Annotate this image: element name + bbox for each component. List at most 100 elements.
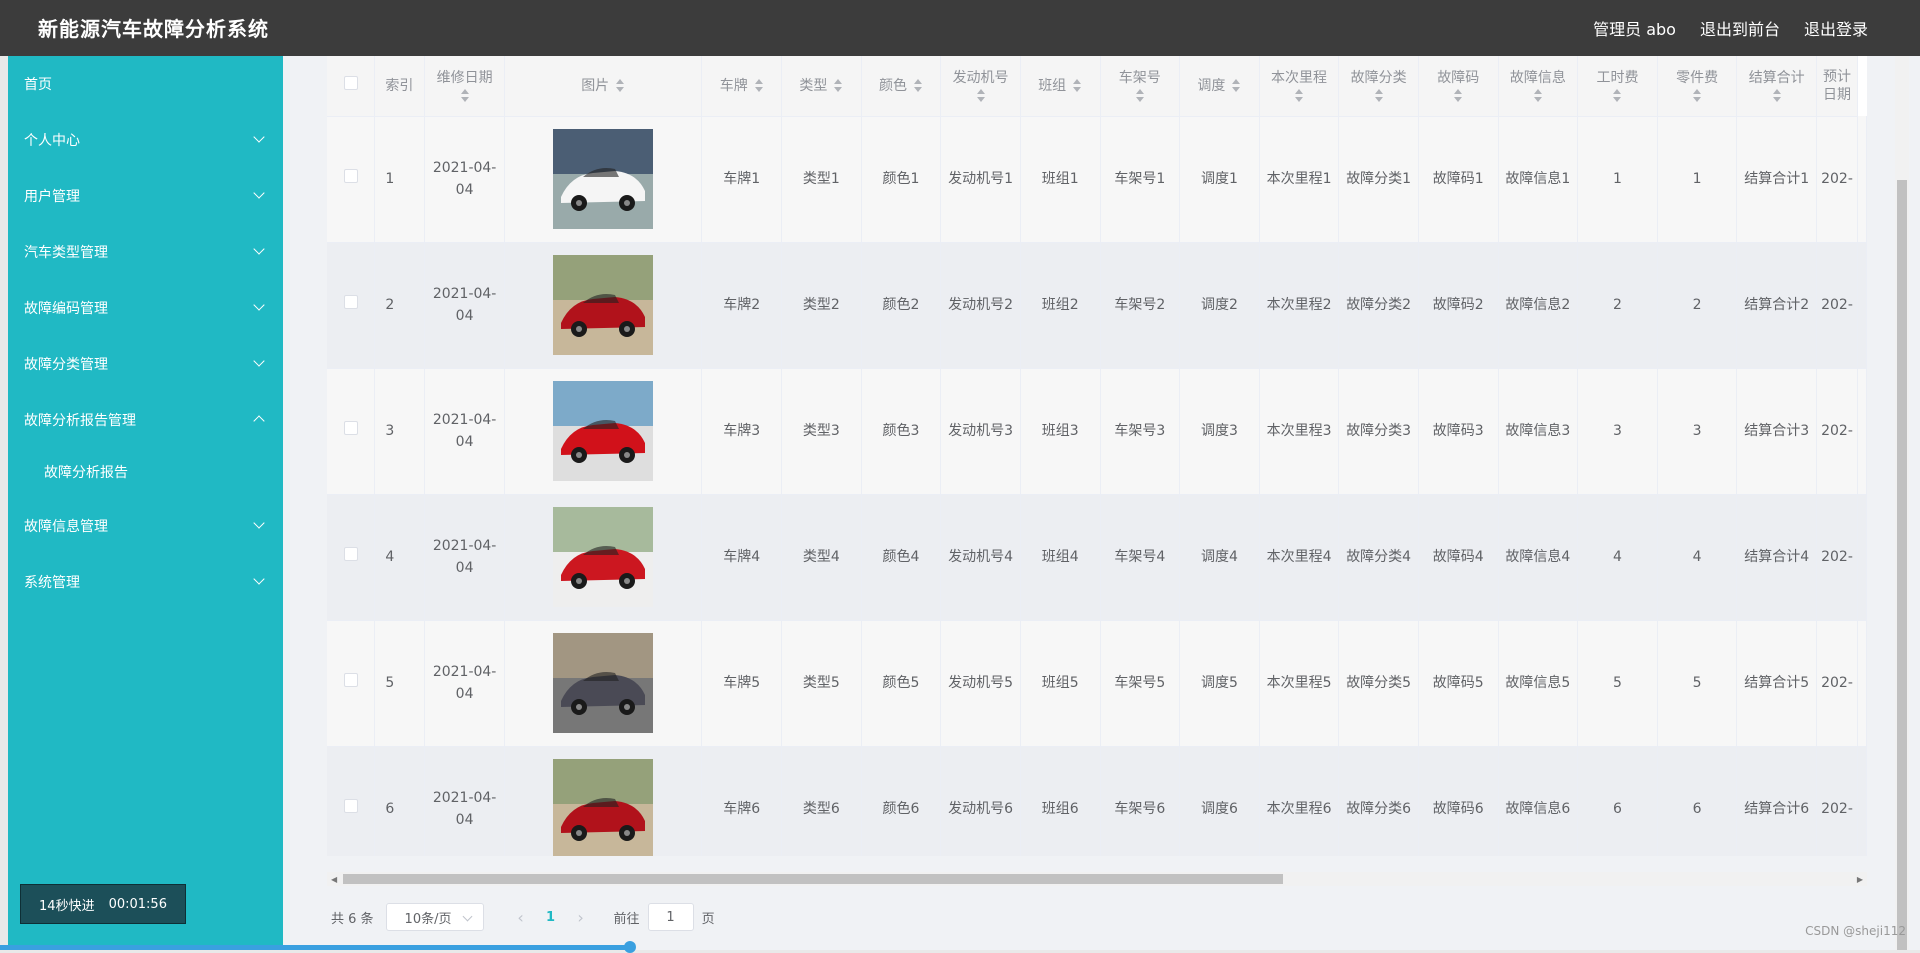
column-header-mileage[interactable]: 本次里程 <box>1259 56 1340 117</box>
table-row[interactable]: 6 2021-04-04 车牌6 类型6 颜色6 发动机号6 班组6 车架号6 调度6 本次里程6… <box>327 746 1867 856</box>
column-header-color[interactable]: 颜色 <box>861 56 942 117</box>
car-photo[interactable] <box>553 633 654 733</box>
column-header-label: 车架号 <box>1118 69 1161 86</box>
sort-icon[interactable] <box>615 78 625 93</box>
column-header-category[interactable]: 故障分类 <box>1338 56 1419 117</box>
column-header-dispatch[interactable]: 调度 <box>1179 56 1260 117</box>
row-select-cell[interactable] <box>327 368 376 495</box>
vertical-scrollbar[interactable] <box>1895 56 1909 950</box>
row-checkbox[interactable] <box>343 799 358 813</box>
cell-image <box>504 746 703 856</box>
column-header-total[interactable]: 结算合计 <box>1736 56 1817 117</box>
sort-icon[interactable] <box>1692 88 1702 103</box>
car-photo[interactable] <box>553 759 654 856</box>
row-select-cell[interactable] <box>327 620 376 747</box>
column-header-label: 图片 <box>581 77 610 94</box>
sidebar-item-home[interactable]: 首页 <box>8 64 283 104</box>
horizontal-scrollbar[interactable]: ◀ ▶ <box>327 872 1867 886</box>
sidebar-item-car-type-management[interactable]: 汽车类型管理 <box>8 232 283 272</box>
sidebar-item-fault-report-management[interactable]: 故障分析报告管理 <box>8 400 283 440</box>
sidebar-item-fault-report[interactable]: 故障分析报告 <box>8 452 283 492</box>
select-all-header[interactable] <box>327 56 376 117</box>
cell-total: 结算合计6 <box>1736 746 1817 856</box>
row-checkbox[interactable] <box>343 673 358 687</box>
table-row[interactable]: 4 2021-04-04 车牌4 类型4 颜色4 发动机号4 班组4 车架号4 调度4 本次里程4… <box>327 494 1867 621</box>
row-select-cell[interactable] <box>327 494 376 621</box>
prev-page-icon[interactable]: ‹ <box>506 908 536 927</box>
pagination: 共 6 条 10条/页 ‹ 1 › 前往 1 页 <box>331 902 715 932</box>
cell-category: 故障分类5 <box>1338 620 1419 747</box>
column-header-team[interactable]: 班组 <box>1020 56 1101 117</box>
column-header-image[interactable]: 图片 <box>504 56 703 117</box>
table-row[interactable]: 2 2021-04-04 车牌2 类型2 颜色2 发动机号2 班组2 车架号2 调度2 本次里程2… <box>327 242 1867 369</box>
next-page-icon[interactable]: › <box>566 908 596 927</box>
cell-spacer <box>1857 368 1867 495</box>
sort-icon[interactable] <box>1294 88 1304 103</box>
cell-category: 故障分类3 <box>1338 368 1419 495</box>
sidebar-item-personal-center[interactable]: 个人中心 <box>8 120 283 160</box>
sort-icon[interactable] <box>1772 88 1782 103</box>
row-checkbox[interactable] <box>343 295 358 309</box>
column-header-type[interactable]: 类型 <box>781 56 862 117</box>
sidebar-item-label: 故障信息管理 <box>24 519 108 535</box>
car-photo[interactable] <box>553 507 654 607</box>
column-header-labor[interactable]: 工时费 <box>1577 56 1658 117</box>
sort-icon[interactable] <box>1612 88 1622 103</box>
table-row[interactable]: 1 2021-04-04 车牌1 类型1 颜色1 发动机号1 班组1 车架号1 调度1 本次里程1… <box>327 116 1867 243</box>
sort-icon[interactable] <box>976 88 986 103</box>
table-row[interactable]: 3 2021-04-04 车牌3 类型3 颜色3 发动机号3 班组3 车架号3 调度3 本次里程3… <box>327 368 1867 495</box>
row-checkbox[interactable] <box>343 421 358 435</box>
row-checkbox[interactable] <box>343 169 358 183</box>
column-header-code[interactable]: 故障码 <box>1418 56 1499 117</box>
column-header-parts[interactable]: 零件费 <box>1657 56 1738 117</box>
column-header-label: 调度 <box>1197 77 1226 94</box>
sort-icon[interactable] <box>913 78 923 93</box>
row-select-cell[interactable] <box>327 242 376 369</box>
horizontal-scroll-thumb[interactable] <box>343 874 1283 884</box>
video-progress-bar[interactable] <box>0 941 636 953</box>
column-header-plate[interactable]: 车牌 <box>701 56 783 117</box>
car-photo[interactable] <box>553 381 654 481</box>
cell-engine: 发动机号1 <box>940 116 1021 243</box>
row-checkbox[interactable] <box>343 547 358 561</box>
page-number-current[interactable]: 1 <box>536 910 566 925</box>
row-select-cell[interactable] <box>327 116 376 243</box>
car-photo[interactable] <box>553 129 654 229</box>
sort-icon[interactable] <box>833 78 843 93</box>
vertical-scroll-thumb[interactable] <box>1897 180 1907 950</box>
column-header-frame[interactable]: 车架号 <box>1100 56 1181 117</box>
car-photo[interactable] <box>553 255 654 355</box>
sort-icon[interactable] <box>1533 88 1543 103</box>
sidebar-item-fault-code-management[interactable]: 故障编码管理 <box>8 288 283 328</box>
column-header-due-date[interactable]: 预计日期 <box>1816 56 1858 117</box>
sort-icon[interactable] <box>1231 78 1241 93</box>
sort-icon[interactable] <box>460 88 470 103</box>
exit-to-frontend-link[interactable]: 退出到前台 <box>1700 16 1780 40</box>
goto-page-input[interactable]: 1 <box>647 903 694 931</box>
sidebar-item-user-management[interactable]: 用户管理 <box>8 176 283 216</box>
sort-icon[interactable] <box>1072 78 1082 93</box>
data-table-container: 索引 维修日期 图片 车牌 类型 颜色 发动机号 班组 车架号 调度 本次里程 … <box>327 56 1867 856</box>
sidebar-item-system-management[interactable]: 系统管理 <box>8 562 283 602</box>
column-header-info[interactable]: 故障信息 <box>1498 56 1579 117</box>
cell-parts: 5 <box>1657 620 1738 747</box>
column-header-date[interactable]: 维修日期 <box>424 56 505 117</box>
sort-icon[interactable] <box>1374 88 1384 103</box>
select-all-checkbox[interactable] <box>343 76 358 91</box>
row-select-cell[interactable] <box>327 746 376 856</box>
scroll-left-icon[interactable]: ◀ <box>331 875 337 884</box>
cell-engine: 发动机号3 <box>940 368 1021 495</box>
sidebar-item-fault-info-management[interactable]: 故障信息管理 <box>8 506 283 546</box>
sort-icon[interactable] <box>754 78 764 93</box>
progress-knob[interactable] <box>624 941 636 953</box>
cell-frame: 车架号3 <box>1100 368 1181 495</box>
sidebar-item-fault-category-management[interactable]: 故障分类管理 <box>8 344 283 384</box>
logout-link[interactable]: 退出登录 <box>1804 16 1868 40</box>
page-size-select[interactable]: 10条/页 <box>385 903 484 931</box>
sort-icon[interactable] <box>1135 88 1145 103</box>
column-header-engine[interactable]: 发动机号 <box>940 56 1021 117</box>
cell-plate: 车牌6 <box>701 746 783 856</box>
scroll-right-icon[interactable]: ▶ <box>1857 875 1863 884</box>
sort-icon[interactable] <box>1453 88 1463 103</box>
table-row[interactable]: 5 2021-04-04 车牌5 类型5 颜色5 发动机号5 班组5 车架号5 调度5 本次里程5… <box>327 620 1867 747</box>
